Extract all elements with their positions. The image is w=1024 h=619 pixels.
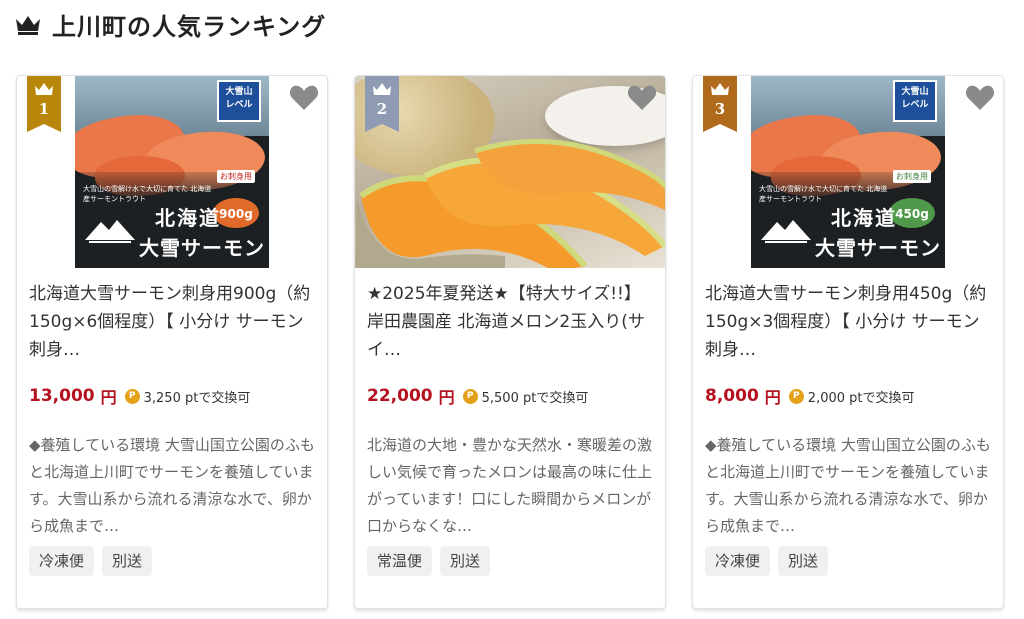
price-row: 8,000 円 P 2,000 ptで交換可	[705, 384, 915, 408]
favorite-heart-icon[interactable]	[627, 84, 657, 112]
price-value: 22,000	[367, 386, 433, 406]
salmon-product-photo: 大雪山 レベル 大雪山の雪解け水で大切に育てた 北海道産サーモントラウト お刺身…	[751, 76, 945, 268]
salmon-product-photo: 大雪山 レベル 大雪山の雪解け水で大切に育てた 北海道産サーモントラウト お刺身…	[75, 76, 269, 268]
rank-badge: 1	[27, 76, 61, 132]
point-coin-icon: P	[462, 388, 478, 404]
product-image[interactable]: 大雪山 レベル 大雪山の雪解け水で大切に育てた 北海道産サーモントラウト お刺身…	[693, 76, 1003, 268]
price-value: 13,000	[29, 386, 95, 406]
rank-number: 3	[714, 100, 726, 118]
points-text: 2,000 ptで交換可	[807, 390, 915, 406]
image-title-1: 北海道	[155, 206, 221, 230]
product-title[interactable]: ★2025年夏発送★【特大サイズ!!】岸田農園産 北海道メロン2玉入り(サイ…	[367, 280, 657, 364]
crown-icon	[16, 16, 40, 35]
product-image[interactable]: 2	[355, 76, 665, 268]
rank-badge: 3	[703, 76, 737, 132]
price-row: 22,000 円 P 5,500 ptで交換可	[367, 384, 588, 408]
rank-number: 1	[38, 100, 50, 118]
price-currency: 円	[438, 388, 455, 407]
tag-separate: 別送	[778, 546, 829, 576]
product-title[interactable]: 北海道大雪サーモン刺身用450g（約150g×3個程度）【 小分け サーモン 刺…	[705, 280, 995, 364]
brand-badge: 大雪山 レベル	[893, 80, 937, 122]
tag-shipping: 冷凍便	[705, 546, 771, 576]
weight-tag: お刺身用	[893, 170, 931, 183]
favorite-heart-icon[interactable]	[289, 84, 319, 112]
point-coin-icon: P	[788, 388, 804, 404]
price-currency: 円	[100, 388, 117, 407]
tag-list: 常温便 別送	[367, 546, 491, 576]
image-catchcopy: 大雪山の雪解け水で大切に育てた 北海道産サーモントラウト	[83, 185, 212, 203]
image-title-1: 北海道	[831, 206, 897, 230]
product-title[interactable]: 北海道大雪サーモン刺身用900g（約150g×6個程度）【 小分け サーモン 刺…	[29, 280, 319, 364]
price-row: 13,000 円 P 3,250 ptで交換可	[29, 384, 250, 408]
mountain-logo-icon	[85, 220, 135, 243]
tag-shipping: 常温便	[367, 546, 433, 576]
tag-list: 冷凍便 別送	[29, 546, 153, 576]
tag-shipping: 冷凍便	[29, 546, 95, 576]
product-card-3[interactable]: 大雪山 レベル 大雪山の雪解け水で大切に育てた 北海道産サーモントラウト お刺身…	[692, 75, 1004, 609]
page-title: 上川町の人気ランキング	[52, 12, 327, 41]
tag-separate: 別送	[102, 546, 153, 576]
image-title-2: 大雪サーモン	[139, 236, 265, 260]
product-description: ◆養殖している環境 大雪山国立公園のふもと北海道上川町でサーモンを養殖しています…	[705, 436, 991, 535]
weight-tag: お刺身用	[217, 170, 255, 183]
point-coin-icon: P	[124, 388, 140, 404]
points-text: 3,250 ptで交換可	[143, 390, 251, 406]
melon-product-photo	[355, 76, 665, 268]
price-currency: 円	[764, 388, 781, 407]
product-description: ◆養殖している環境 大雪山国立公園のふもと北海道上川町でサーモンを養殖しています…	[29, 436, 315, 535]
product-image[interactable]: 大雪山 レベル 大雪山の雪解け水で大切に育てた 北海道産サーモントラウト お刺身…	[17, 76, 327, 268]
tag-list: 冷凍便 別送	[705, 546, 829, 576]
image-catchcopy: 大雪山の雪解け水で大切に育てた 北海道産サーモントラウト	[759, 185, 888, 203]
brand-badge: 大雪山 レベル	[217, 80, 261, 122]
ranking-heading: 上川町の人気ランキング	[14, 6, 326, 42]
rank-number: 2	[376, 100, 388, 118]
points-text: 5,500 ptで交換可	[481, 390, 589, 406]
product-card-2[interactable]: 2 ★2025年夏発送★【特大サイズ!!】岸田農園産 北海道メロン2玉入り(サイ…	[354, 75, 666, 609]
product-card-1[interactable]: 大雪山 レベル 大雪山の雪解け水で大切に育てた 北海道産サーモントラウト お刺身…	[16, 75, 328, 609]
product-description: 北海道の大地・豊かな天然水・寒暖差の激しい気候で育ったメロンは最高の味に仕上がっ…	[367, 436, 653, 535]
favorite-heart-icon[interactable]	[965, 84, 995, 112]
image-title-2: 大雪サーモン	[815, 236, 941, 260]
tag-separate: 別送	[440, 546, 491, 576]
mountain-logo-icon	[761, 220, 811, 243]
price-value: 8,000	[705, 386, 759, 406]
rank-badge: 2	[365, 76, 399, 132]
